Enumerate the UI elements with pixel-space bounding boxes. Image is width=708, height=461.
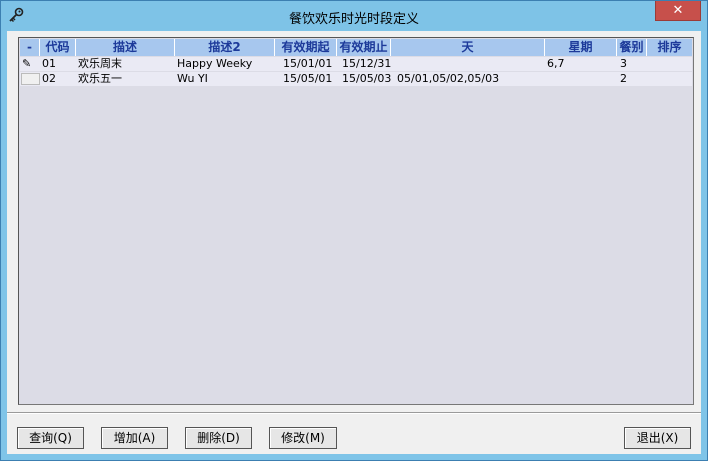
cell-code: 01: [42, 57, 56, 70]
cell-meal: 3: [620, 57, 627, 70]
column-header-meal[interactable]: 餐别: [617, 39, 647, 56]
cell-description: 欢乐五一: [78, 72, 122, 85]
cell-description2: Happy Weeky: [177, 57, 253, 70]
data-grid[interactable]: - 代码 描述 描述2 有效期起 有效期止 天 星期 餐别 排序 ✎ 01 欢乐…: [18, 37, 694, 405]
column-header-code[interactable]: 代码: [40, 39, 76, 56]
cell-description: 欢乐周末: [78, 57, 122, 70]
cell-day: 05/01,05/02,05/03: [397, 72, 500, 85]
table-row[interactable]: 02 欢乐五一 Wu YI 15/05/01 15/05/03 05/01,05…: [20, 72, 692, 86]
cell-code: 02: [42, 72, 56, 85]
cell-end-date: 15/05/03: [342, 72, 392, 85]
exit-button[interactable]: 退出(X): [624, 427, 691, 449]
column-header-end-date[interactable]: 有效期止: [337, 39, 391, 56]
column-header-weekday[interactable]: 星期: [545, 39, 617, 56]
query-button[interactable]: 查询(Q): [17, 427, 84, 449]
column-header-start-date[interactable]: 有效期起: [275, 39, 337, 56]
column-header-selector[interactable]: -: [20, 39, 40, 56]
row-pointer-icon: ✎: [22, 57, 32, 70]
column-header-description[interactable]: 描述: [76, 39, 175, 56]
table-row[interactable]: ✎ 01 欢乐周末 Happy Weeky 15/01/01 15/12/31 …: [20, 57, 692, 71]
cell-end-date: 15/12/31: [342, 57, 392, 70]
close-button[interactable]: ✕: [655, 1, 701, 21]
cell-start-date: 15/05/01: [283, 72, 333, 85]
cell-weekday: 6,7: [547, 57, 565, 70]
add-button[interactable]: 增加(A): [101, 427, 168, 449]
divider: [7, 412, 701, 414]
title-bar[interactable]: 餐饮欢乐时光时段定义 ✕: [1, 1, 707, 31]
cell-start-date: 15/01/01: [283, 57, 333, 70]
app-window: 餐饮欢乐时光时段定义 ✕ - 代码 描述 描述2 有效期起 有效期止 天 星期 …: [0, 0, 708, 461]
column-header-description2[interactable]: 描述2: [175, 39, 275, 56]
row-selector[interactable]: [21, 73, 40, 85]
delete-button[interactable]: 删除(D): [185, 427, 252, 449]
column-header-sort[interactable]: 排序: [647, 39, 692, 56]
modify-button[interactable]: 修改(M): [269, 427, 337, 449]
cell-description2: Wu YI: [177, 72, 208, 85]
cell-meal: 2: [620, 72, 627, 85]
column-header-day[interactable]: 天: [391, 39, 545, 56]
client-area: - 代码 描述 描述2 有效期起 有效期止 天 星期 餐别 排序 ✎ 01 欢乐…: [7, 31, 701, 454]
window-title: 餐饮欢乐时光时段定义: [288, 12, 419, 27]
